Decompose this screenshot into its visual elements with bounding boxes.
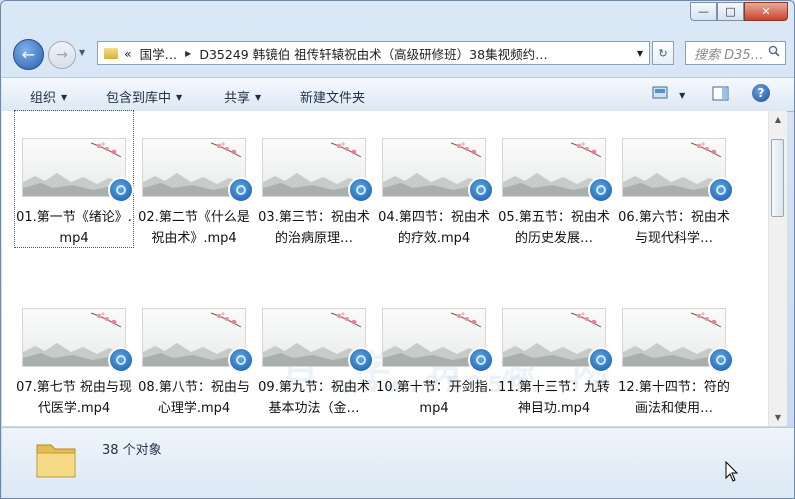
- refresh-button[interactable]: ↻: [652, 41, 674, 65]
- folder-icon: [104, 47, 118, 59]
- file-name: 08.第八节：祝由与心理学.mp4: [138, 380, 250, 416]
- breadcrumb-separator-icon[interactable]: ▶: [185, 49, 191, 58]
- help-button[interactable]: ?: [752, 84, 770, 102]
- minimize-button[interactable]: —: [690, 2, 717, 21]
- file-name: 10.第十节：开剑指.mp4: [376, 380, 492, 416]
- organize-menu[interactable]: 组织 ▼: [30, 87, 67, 106]
- command-bar: 组织 ▼ 包含到库中 ▼ 共享 ▼ 新建文件夹 ▼ ?: [2, 77, 794, 112]
- details-pane: 38 个对象: [2, 427, 794, 498]
- file-item[interactable]: 04.第四节：祝由术的疗效.mp4: [375, 111, 494, 249]
- folder-icon: [36, 444, 76, 478]
- file-name: 04.第四节：祝由术的疗效.mp4: [378, 210, 490, 246]
- file-name: 07.第七节 祝由与现代医学.mp4: [16, 380, 132, 416]
- scroll-thumb[interactable]: [771, 139, 784, 217]
- back-button[interactable]: ←: [13, 39, 44, 70]
- vertical-scrollbar[interactable]: ▲ ▼: [768, 111, 787, 426]
- video-player-icon: [348, 177, 374, 203]
- video-player-icon: [588, 177, 614, 203]
- maximize-button[interactable]: □: [717, 2, 744, 21]
- file-name: 06.第六节：祝由术与现代科学…: [618, 210, 730, 246]
- include-in-library-menu[interactable]: 包含到库中 ▼: [106, 87, 182, 106]
- search-input[interactable]: 搜索 D35…: [685, 41, 786, 65]
- preview-pane-button[interactable]: [712, 86, 730, 106]
- file-item[interactable]: 06.第六节：祝由术与现代科学…: [615, 111, 734, 249]
- include-in-library-label: 包含到库中: [106, 91, 172, 106]
- search-placeholder: 搜索 D35…: [694, 47, 764, 63]
- chevron-down-icon: ▼: [679, 91, 686, 100]
- chevron-down-icon: ▼: [255, 93, 262, 102]
- file-name: 03.第三节：祝由术的治病原理…: [258, 210, 370, 246]
- file-item[interactable]: 03.第三节：祝由术的治病原理…: [255, 111, 374, 249]
- video-player-icon: [228, 347, 254, 373]
- file-list[interactable]: 百 学 资 源 网 www.95959.com 01.第一节《绪论》.mp4 02…: [2, 110, 777, 426]
- recent-pages-dropdown[interactable]: ▼: [79, 48, 89, 58]
- mouse-pointer-icon: [725, 461, 739, 482]
- scroll-down-button[interactable]: ▼: [769, 409, 787, 426]
- search-icon[interactable]: [768, 45, 780, 61]
- video-player-icon: [588, 347, 614, 373]
- video-player-icon: [108, 177, 134, 203]
- item-count: 38 个对象: [102, 443, 162, 458]
- file-item[interactable]: 10.第十节：开剑指.mp4: [375, 281, 494, 419]
- share-label: 共享: [224, 91, 251, 106]
- close-button[interactable]: ✕: [744, 2, 788, 21]
- file-name: 01.第一节《绪论》.mp4: [16, 210, 132, 246]
- file-item[interactable]: 07.第七节 祝由与现代医学.mp4: [15, 281, 134, 419]
- video-player-icon: [348, 347, 374, 373]
- file-item[interactable]: 02.第二节《什么是祝由术》.mp4: [135, 111, 254, 249]
- caption-buttons: — □ ✕: [690, 2, 788, 21]
- refresh-icon: ↻: [658, 46, 668, 60]
- video-player-icon: [228, 177, 254, 203]
- chevron-down-icon: ▼: [176, 93, 183, 102]
- new-folder-button[interactable]: 新建文件夹: [300, 87, 365, 106]
- file-item[interactable]: 05.第五节：祝由术的历史发展…: [495, 111, 614, 249]
- file-name: 09.第九节：祝由术基本功法（金…: [258, 380, 370, 416]
- video-player-icon: [708, 177, 734, 203]
- file-name: 12.第十四节：符的画法和使用…: [618, 380, 730, 416]
- back-arrow-icon: ←: [21, 45, 36, 64]
- share-menu[interactable]: 共享 ▼: [224, 87, 261, 106]
- organize-label: 组织: [30, 91, 57, 106]
- view-options-button[interactable]: ▼: [652, 86, 685, 104]
- preview-pane-icon: [712, 86, 729, 101]
- file-item[interactable]: 12.第十四节：符的画法和使用…: [615, 281, 734, 419]
- address-overflow[interactable]: «: [124, 46, 132, 61]
- forward-arrow-icon: →: [56, 47, 68, 63]
- chevron-down-icon: ▼: [61, 93, 68, 102]
- file-item[interactable]: 11.第十三节：九转神目功.mp4: [495, 281, 614, 419]
- help-icon: ?: [752, 84, 770, 102]
- forward-button[interactable]: →: [48, 41, 76, 69]
- address-dropdown-icon[interactable]: ▼: [637, 49, 643, 58]
- breadcrumb-segment[interactable]: D35249 韩镜伯 祖传轩辕祝由术（高级研修班）38集视频约…: [199, 44, 547, 63]
- address-bar[interactable]: « 国学… ▶ D35249 韩镜伯 祖传轩辕祝由术（高级研修班）38集视频约……: [97, 41, 650, 65]
- file-name: 02.第二节《什么是祝由术》.mp4: [138, 210, 250, 246]
- navigation-bar: ← → ▼ « 国学… ▶ D35249 韩镜伯 祖传轩辕祝由术（高级研修班）3…: [1, 35, 794, 71]
- video-player-icon: [708, 347, 734, 373]
- breadcrumb-segment[interactable]: 国学…: [140, 44, 178, 63]
- file-name: 11.第十三节：九转神目功.mp4: [498, 380, 610, 416]
- video-player-icon: [468, 177, 494, 203]
- file-item[interactable]: 09.第九节：祝由术基本功法（金…: [255, 281, 374, 419]
- view-options-icon: [652, 86, 668, 99]
- video-player-icon: [108, 347, 134, 373]
- file-item[interactable]: 08.第八节：祝由与心理学.mp4: [135, 281, 254, 419]
- video-player-icon: [468, 347, 494, 373]
- scroll-up-button[interactable]: ▲: [769, 111, 787, 128]
- file-name: 05.第五节：祝由术的历史发展…: [498, 210, 610, 246]
- explorer-window: — □ ✕ ← → ▼ « 国学… ▶ D35249 韩镜伯 祖传轩辕祝由术（高…: [0, 0, 795, 499]
- file-item[interactable]: 01.第一节《绪论》.mp4: [14, 110, 134, 248]
